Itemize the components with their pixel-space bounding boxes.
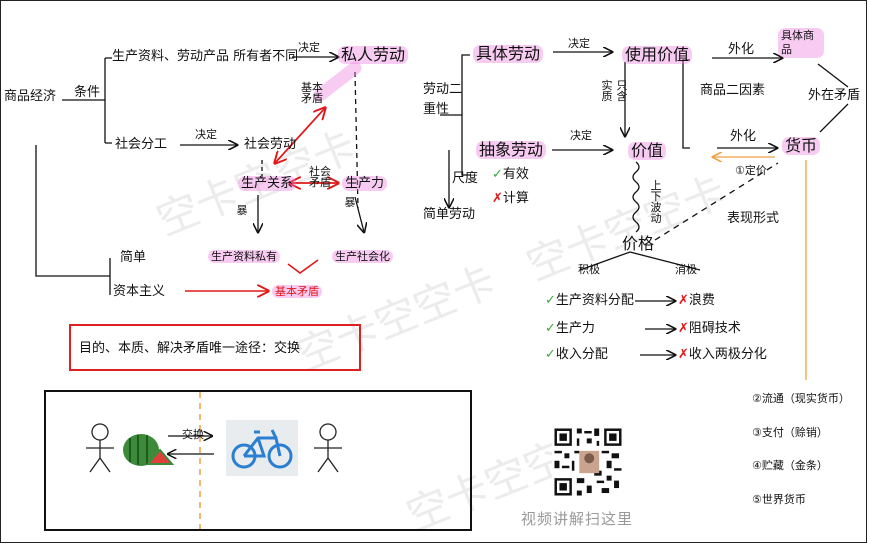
measure-label: 尺度: [452, 171, 479, 186]
item-label: 生产资料分配: [555, 293, 634, 308]
exchange-illustration: [86, 420, 342, 476]
two-factors-label: 商品二因素: [700, 83, 766, 98]
person-icon: [314, 423, 342, 473]
decides-label: 决定: [570, 129, 592, 142]
item-label: 收入两极分化: [688, 347, 767, 362]
value-label: 价值: [628, 142, 667, 160]
decides-label: 决定: [298, 41, 320, 54]
simple-label: 简单: [120, 250, 147, 265]
decides-label: 决定: [568, 37, 590, 50]
means-private-label: 生产资料私有: [208, 250, 280, 263]
abstract-labor-label: 抽象劳动: [476, 141, 547, 159]
basic-contradiction-label: 基本矛盾: [301, 81, 323, 105]
conditions-label: 条件: [74, 85, 101, 100]
relations-label: 生产关系: [238, 176, 297, 191]
positive-label: 积极: [578, 263, 600, 276]
externalize-label: 外化: [730, 129, 757, 144]
effective-label: 有效: [502, 167, 529, 182]
exchange-panel: 交换: [44, 390, 472, 531]
private-labor-label: 私人劳动: [338, 46, 409, 64]
social-division-label: 社会分工: [115, 137, 168, 152]
capitalism-label: 资本主义: [113, 284, 166, 299]
ownership-diff-label: 生产资料、劳动产品 所有者不同: [112, 49, 299, 64]
dual-nature-label: 劳动二重性: [423, 82, 463, 117]
watermelon-icon: [123, 434, 175, 466]
good-item: ✓生产资料分配: [545, 293, 634, 308]
bad-item: ✗阻碍技术: [678, 321, 741, 336]
fixed-price-label: ①定价: [735, 164, 767, 177]
good-item: ✓生产力: [545, 321, 595, 336]
basic-contradiction-2-label: 基本矛盾: [272, 285, 322, 298]
function-item: ⑤世界货币: [752, 493, 806, 506]
negative-label: 消极: [675, 263, 697, 276]
up-down-label: 上下波动: [650, 179, 662, 225]
essence-label: 实质: [601, 79, 613, 103]
commodity-economy-label: 商品经济: [4, 89, 57, 104]
price-label: 价格: [622, 234, 655, 253]
productivity-label: 生产力: [342, 176, 388, 191]
item-label: 生产力: [555, 321, 595, 336]
external-contradiction-label: 外在矛盾: [808, 88, 861, 103]
socialization-label: 生产社会化: [332, 250, 393, 263]
social-labor-label: 社会劳动: [244, 137, 297, 152]
function-item: ④贮藏（金条）: [752, 459, 828, 472]
expression-label: 表现形式: [727, 211, 780, 226]
summary-text: 目的、本质、解决矛盾唯一途径：交换: [79, 341, 301, 356]
externalize-label: 外化: [728, 42, 755, 57]
bicycle-icon: [226, 420, 298, 476]
calc-item: ✗计算: [492, 191, 529, 206]
item-label: 阻碍技术: [688, 321, 741, 336]
summary-box: 目的、本质、解决矛盾唯一途径：交换: [69, 324, 361, 371]
function-item: ③支付（赊销）: [752, 426, 828, 439]
use-value-label: 使用价值: [622, 46, 693, 64]
violent-label: 暴: [344, 196, 356, 209]
bad-item: ✗浪费: [678, 293, 715, 308]
exchange-label: 交换: [182, 428, 204, 441]
simple-labor-label: 简单劳动: [423, 207, 476, 222]
only-label: 只含: [616, 79, 628, 103]
money-label: 货币: [782, 137, 821, 155]
concrete-labor-label: 具体劳动: [473, 45, 544, 63]
calc-label: 计算: [502, 191, 529, 206]
social-contradiction-label: 社会矛盾: [309, 165, 331, 189]
item-label: 浪费: [688, 293, 715, 308]
function-item: ②流通（现实货币）: [752, 392, 850, 405]
concrete-goods-label: 具体商品: [778, 28, 824, 58]
violent-label: 暴: [236, 204, 248, 217]
person-icon: [86, 423, 114, 473]
decides-label: 决定: [195, 128, 217, 141]
item-label: 收入分配: [555, 347, 608, 362]
good-item: ✓收入分配: [545, 347, 608, 362]
bad-item: ✗收入两极分化: [678, 347, 767, 362]
qr-caption: 视频讲解扫这里: [521, 510, 634, 528]
qr-code-icon[interactable]: [552, 426, 624, 498]
effective-item: ✓有效: [492, 167, 529, 182]
